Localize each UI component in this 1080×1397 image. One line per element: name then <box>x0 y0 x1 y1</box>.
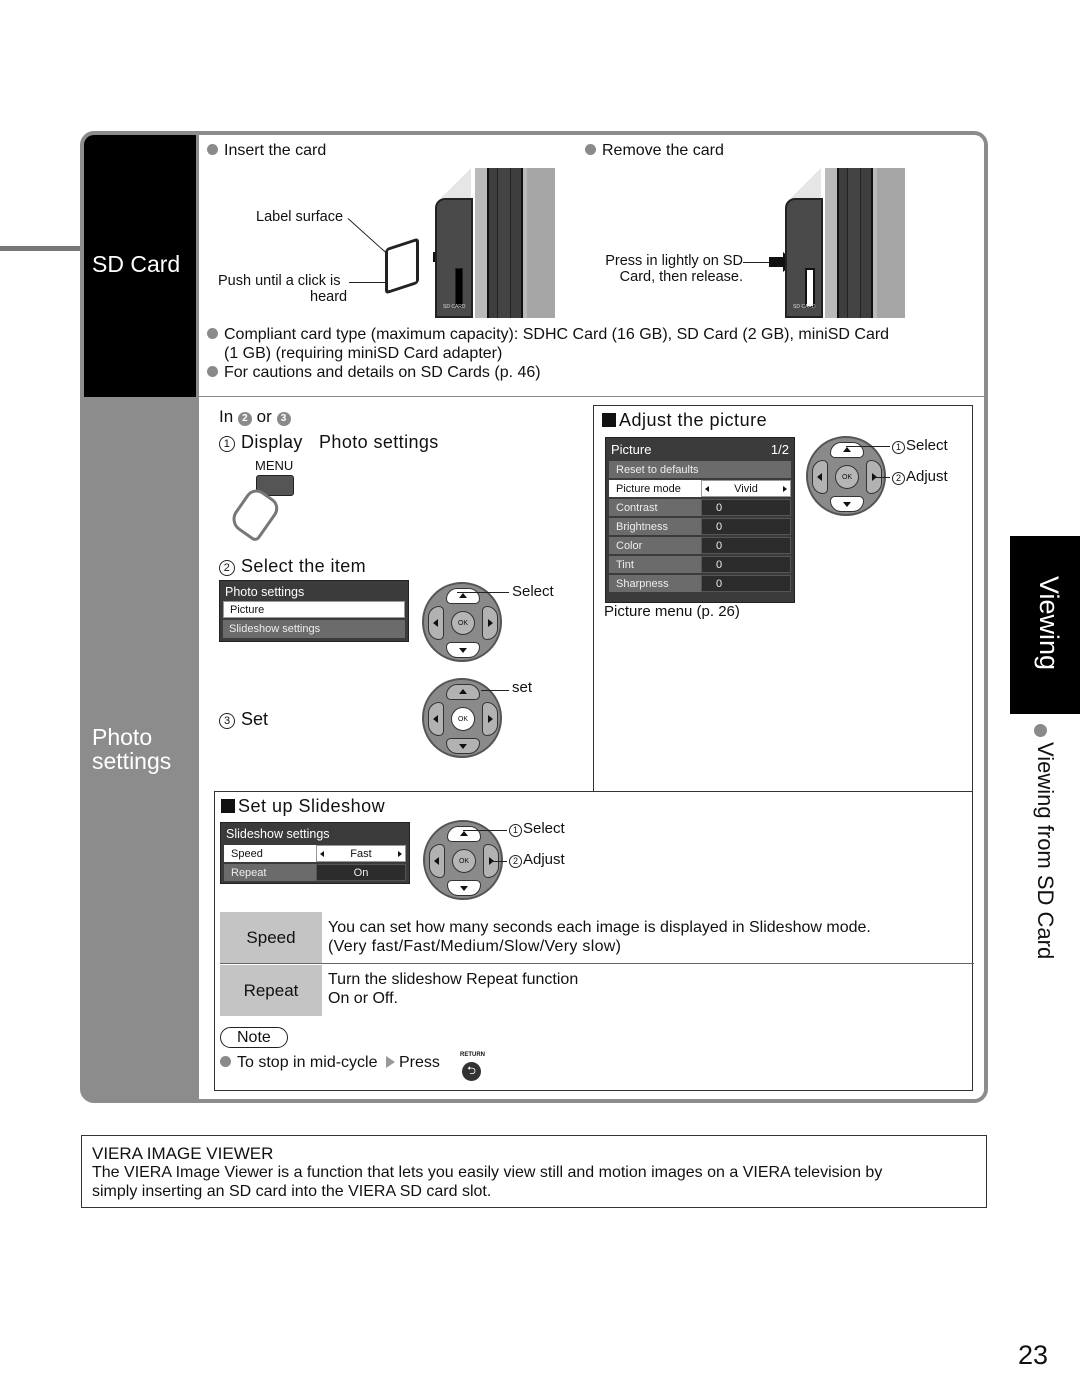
photo-settings-side-label: Photo settings <box>84 401 196 1099</box>
picture-menu-title: Picture 1/2 <box>611 442 789 457</box>
menu-row-tint[interactable]: Tint 0 <box>609 556 791 573</box>
bullet-icon <box>585 144 596 155</box>
adjust-label: 2 Adjust <box>509 851 565 868</box>
subsection-label: Viewing from SD Card <box>1033 742 1058 960</box>
press-text-line1: Press in lightly on SD <box>605 253 743 269</box>
sd-card-notes: Compliant card type (maximum capacity): … <box>207 325 889 382</box>
leader-line <box>349 282 385 283</box>
table-cell-name: Speed <box>220 912 322 963</box>
dpad-adjust-picture[interactable]: OK <box>806 436 886 516</box>
return-label: RETURN <box>460 1052 485 1058</box>
bullet-icon <box>207 144 218 155</box>
press-text-line2: Card, then release. <box>619 269 743 285</box>
menu-button-label: MENU <box>255 458 294 473</box>
step-3-badge: 3 <box>276 412 291 426</box>
adjust-label: 2 Adjust <box>892 468 948 485</box>
step3-set: 3 Set <box>219 709 268 730</box>
table-cell-name: Repeat <box>220 965 322 1016</box>
photo-side-title-line1: Photo <box>92 724 153 750</box>
step-2-badge: 2 <box>237 412 252 426</box>
tv-side-insert-illustration: SD CARD <box>435 168 555 318</box>
insert-heading: Insert the card <box>207 142 326 160</box>
bullet-icon <box>207 328 218 339</box>
square-bullet-icon <box>221 799 235 813</box>
label-surface-text: Label surface <box>256 209 344 225</box>
note-badge: Note <box>220 1027 288 1048</box>
sd-card-icon <box>385 237 419 295</box>
adjust-picture-heading: Adjust the picture <box>602 410 767 431</box>
adjust-picture-box: Adjust the picture Picture 1/2 Reset to d… <box>593 405 973 791</box>
dpad-slideshow[interactable]: OK <box>423 820 503 900</box>
menu-item-reset[interactable]: Reset to defaults <box>609 461 791 478</box>
menu-row-speed[interactable]: Speed Fast <box>224 845 406 862</box>
table-cell-desc: Turn the slideshow Repeat function On or … <box>328 971 579 1007</box>
menu-row-contrast[interactable]: Contrast 0 <box>609 499 791 516</box>
menu-row-sharpness[interactable]: Sharpness 0 <box>609 575 791 592</box>
table-row-repeat: Repeat Turn the slideshow Repeat functio… <box>220 965 974 1017</box>
slideshow-box: Set up Slideshow Slideshow settings Spee… <box>214 791 974 1091</box>
viera-text-line1: The VIERA Image Viewer is a function tha… <box>92 1164 883 1181</box>
menu-row-color[interactable]: Color 0 <box>609 537 791 554</box>
photo-settings-section: In 2 or 3 1 Display Photo settings MENU 2… <box>199 399 984 1099</box>
menu-row-repeat[interactable]: Repeat On <box>224 864 406 881</box>
note-compliant-card-cont: (1 GB) (requiring miniSD Card adapter) <box>224 345 503 362</box>
viera-title: VIERA IMAGE VIEWER <box>92 1144 274 1163</box>
bullet-icon <box>1034 724 1047 737</box>
leader-line <box>347 218 387 254</box>
menu-item-picture[interactable]: Picture <box>223 601 405 618</box>
page-number: 23 <box>1018 1340 1049 1370</box>
picture-osd-menu: Picture 1/2 Reset to defaults Picture mod… <box>605 437 795 603</box>
leader-line <box>874 477 890 478</box>
table-cell-desc: You can set how many seconds each image … <box>328 919 871 955</box>
select-label: 1 Select <box>509 820 565 837</box>
main-frame: SD Card Photo settings Insert the card R… <box>80 131 988 1103</box>
photo-settings-osd-menu: Photo settings Picture Slideshow setting… <box>219 580 409 642</box>
section-connector-line <box>0 246 84 251</box>
dpad-select[interactable]: OK <box>422 582 502 662</box>
leader-line <box>457 592 509 593</box>
sd-card-side-label: SD Card <box>84 135 196 397</box>
slideshow-osd-menu: Slideshow settings Speed Fast Repeat On <box>220 822 410 884</box>
return-button-icon[interactable]: ⮌ <box>462 1062 481 1081</box>
note-compliant-card: Compliant card type (maximum capacity): … <box>207 325 889 344</box>
photo-side-title-line2: settings <box>92 748 172 774</box>
push-text-line2: heard <box>310 289 348 305</box>
push-text-line1: Push until a click is <box>218 273 341 289</box>
leader-line <box>846 446 890 447</box>
menu-row-picture-mode[interactable]: Picture mode Vivid <box>609 480 791 497</box>
menu-item-slideshow-settings[interactable]: Slideshow settings <box>223 620 405 638</box>
picture-menu-caption: Picture menu (p. 26) <box>604 603 740 620</box>
picture-menu-page: 1/2 <box>770 442 789 457</box>
remove-heading: Remove the card <box>585 142 724 160</box>
step2-select-item: 2 Select the item <box>219 556 366 577</box>
step1-display: 1 Display Photo settings <box>219 432 439 453</box>
leader-line <box>463 830 507 831</box>
viera-text-line2: simply inserting an SD card into the VIE… <box>92 1183 492 1200</box>
note-stop-text: To stop in mid-cycle Press <box>220 1054 440 1072</box>
tv-side-remove-illustration: SD CARD <box>785 168 905 318</box>
section-tab-viewing[interactable]: Viewing <box>1010 536 1080 714</box>
section-tab-label: Viewing <box>1034 576 1064 671</box>
leader-line <box>743 262 769 263</box>
bullet-icon <box>207 366 218 377</box>
select-label: Select <box>512 583 554 600</box>
leader-line <box>491 861 507 862</box>
bullet-icon <box>220 1056 231 1067</box>
content-area: Insert the card Remove the card Label su… <box>199 135 984 1099</box>
sd-card-side-title: SD Card <box>92 251 181 277</box>
slideshow-heading: Set up Slideshow <box>221 796 385 817</box>
leader-line <box>481 690 509 691</box>
set-label: set <box>512 679 533 696</box>
select-label: 1 Select <box>892 437 948 454</box>
viera-image-viewer-box: VIERA IMAGE VIEWER The VIERA Image Viewe… <box>81 1135 987 1208</box>
table-row-speed: Speed You can set how many seconds each … <box>220 912 974 964</box>
menu-row-brightness[interactable]: Brightness 0 <box>609 518 791 535</box>
note-cautions: For cautions and details on SD Cards (p.… <box>207 363 889 382</box>
arrow-right-icon <box>385 1056 395 1068</box>
square-bullet-icon <box>602 413 616 427</box>
in-mode-text: In 2 or 3 <box>219 407 291 427</box>
sd-card-section: Insert the card Remove the card Label su… <box>199 135 984 397</box>
